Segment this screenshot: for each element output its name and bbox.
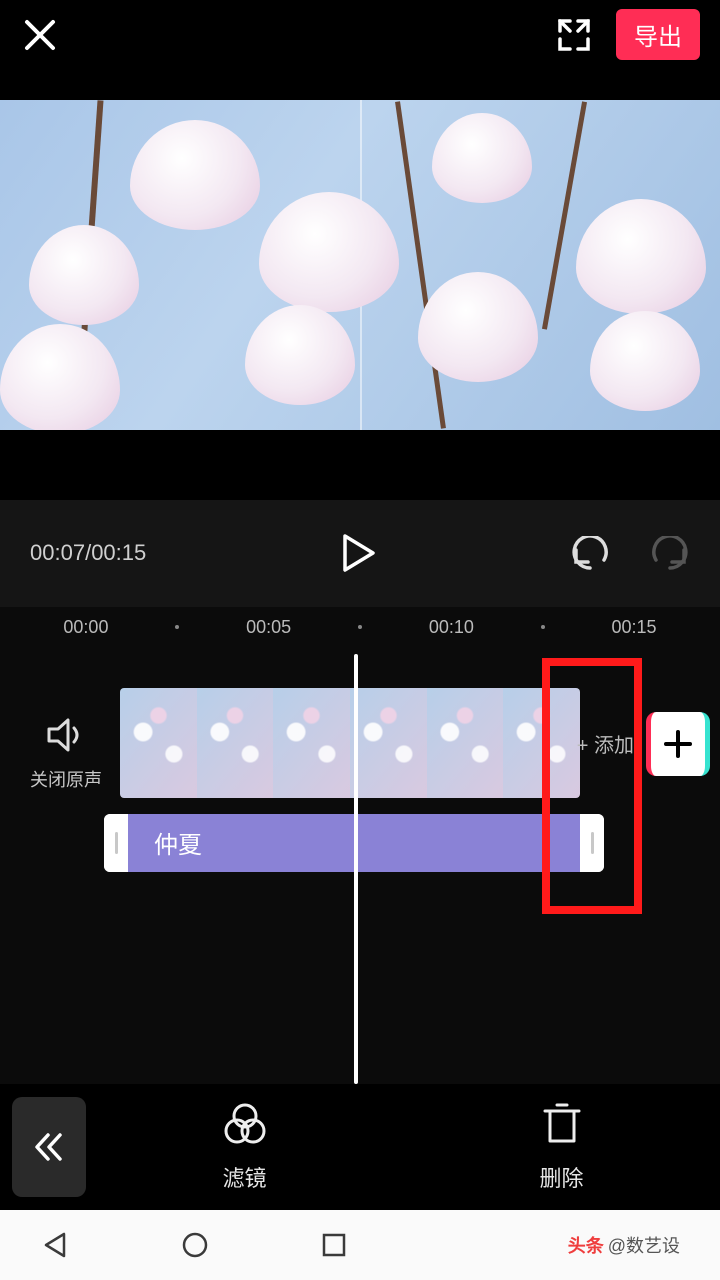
- speaker-icon: [30, 716, 102, 754]
- clip-handle-left[interactable]: [104, 814, 128, 872]
- watermark-prefix: 头条: [568, 1232, 604, 1258]
- nav-back[interactable]: [40, 1230, 70, 1260]
- mute-label: 关闭原声: [30, 766, 102, 792]
- android-nav-bar: 头条 @数艺设: [0, 1210, 720, 1280]
- delete-tool[interactable]: 删除: [403, 1101, 720, 1193]
- undo-button[interactable]: [570, 536, 610, 570]
- filter-tool-label: 滤镜: [222, 1161, 266, 1193]
- redo-icon: [650, 536, 690, 570]
- add-clip-button[interactable]: [646, 712, 710, 776]
- close-icon: [23, 18, 57, 52]
- nav-home[interactable]: [180, 1230, 210, 1260]
- export-button[interactable]: 导出: [616, 9, 700, 60]
- tutorial-highlight: [542, 658, 642, 914]
- ruler-dot: [358, 625, 362, 629]
- ruler-dot: [175, 625, 179, 629]
- filter-tool[interactable]: 滤镜: [86, 1101, 403, 1193]
- top-bar: 导出: [0, 0, 720, 70]
- plus-icon: [661, 727, 695, 761]
- ruler-tick: 00:10: [429, 617, 474, 638]
- playback-controls: 00:07/00:15: [0, 500, 720, 607]
- filter-icon: [222, 1101, 268, 1147]
- play-icon: [341, 534, 375, 572]
- undo-redo-group: [570, 536, 690, 570]
- triangle-left-icon: [40, 1230, 70, 1260]
- time-current: 00:07: [30, 540, 85, 565]
- ruler-tick: 00:05: [246, 617, 291, 638]
- delete-tool-label: 删除: [539, 1161, 583, 1193]
- undo-icon: [570, 536, 610, 570]
- bottom-toolbar: 滤镜 删除: [0, 1084, 720, 1210]
- square-icon: [320, 1231, 348, 1259]
- playhead[interactable]: [354, 654, 358, 1084]
- time-ruler[interactable]: 00:00 00:05 00:10 00:15: [0, 607, 720, 654]
- mute-original-audio[interactable]: 关闭原声: [30, 716, 102, 792]
- fullscreen-button[interactable]: [556, 17, 592, 53]
- timeline[interactable]: 关闭原声 仲夏 + 添加: [0, 654, 720, 1084]
- ruler-tick: 00:00: [63, 617, 108, 638]
- back-button[interactable]: [12, 1097, 86, 1197]
- video-preview[interactable]: [0, 100, 720, 430]
- watermark-author: @数艺设: [608, 1232, 680, 1258]
- trash-icon: [541, 1101, 583, 1147]
- play-button[interactable]: [341, 534, 375, 572]
- nav-recent[interactable]: [320, 1231, 348, 1259]
- ruler-tick: 00:15: [612, 617, 657, 638]
- circle-icon: [180, 1230, 210, 1260]
- chevron-double-left-icon: [33, 1130, 65, 1164]
- video-clip[interactable]: [120, 688, 580, 798]
- fullscreen-icon: [556, 17, 592, 53]
- preview-band: [0, 70, 720, 430]
- redo-button[interactable]: [650, 536, 690, 570]
- time-display: 00:07/00:15: [30, 540, 146, 566]
- time-total: 00:15: [91, 540, 146, 565]
- watermark: 头条 @数艺设: [568, 1232, 680, 1258]
- top-right-group: 导出: [556, 9, 700, 60]
- close-button[interactable]: [20, 15, 60, 55]
- ruler-dot: [541, 625, 545, 629]
